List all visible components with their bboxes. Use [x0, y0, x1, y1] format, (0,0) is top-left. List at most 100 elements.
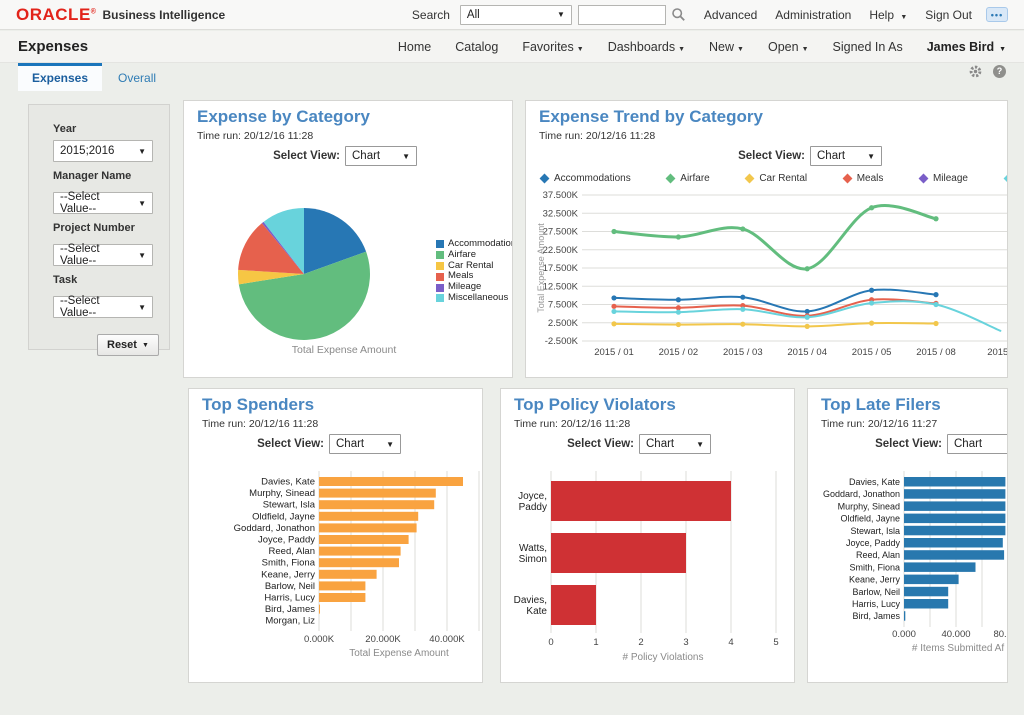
- select-view-dropdown[interactable]: Chart ▼: [810, 146, 882, 166]
- bar-smith-fiona[interactable]: [904, 562, 976, 572]
- bar-keane-jerry[interactable]: [904, 575, 959, 585]
- bar-joyce-paddy[interactable]: [904, 538, 1003, 548]
- legend-swatch: [436, 284, 444, 292]
- nav-item-open[interactable]: Open▼: [768, 40, 809, 54]
- data-point-airfare[interactable]: [869, 205, 874, 210]
- select-view-row: Select View: Chart ▼: [808, 434, 1008, 454]
- bar-joyce-paddy[interactable]: [551, 481, 731, 521]
- bar-stewart-isla[interactable]: [904, 526, 1005, 536]
- bar-barlow-neil[interactable]: [319, 581, 365, 590]
- data-point-car-rental[interactable]: [611, 321, 616, 326]
- signed-in-as-label: Signed In As: [833, 40, 903, 54]
- category-label: Joyce,Paddy: [518, 491, 547, 513]
- search-input[interactable]: [578, 5, 666, 25]
- reset-button[interactable]: Reset ▼: [97, 334, 159, 356]
- gear-icon[interactable]: [968, 64, 983, 79]
- category-label: Murphy, Sinead: [249, 488, 315, 499]
- data-point-car-rental[interactable]: [676, 322, 681, 327]
- nav-item-catalog[interactable]: Catalog: [455, 40, 498, 54]
- help-icon[interactable]: ?: [993, 65, 1006, 78]
- bar-barlow-neil[interactable]: [904, 587, 948, 597]
- top-late-filers-bar-chart[interactable]: Davies, KateGoddard, JonathonMurphy, Sin…: [808, 465, 1008, 660]
- bar-harris-lucy[interactable]: [319, 593, 365, 602]
- data-point-car-rental[interactable]: [933, 321, 938, 326]
- tab-overall[interactable]: Overall: [104, 63, 170, 91]
- overflow-menu-icon[interactable]: •••: [986, 7, 1008, 22]
- bar-davies-kate[interactable]: [551, 585, 596, 625]
- select-view-dropdown[interactable]: Chart ▼: [345, 146, 417, 166]
- bar-oldfield-jayne[interactable]: [319, 512, 418, 521]
- search-icon[interactable]: [671, 7, 686, 22]
- top-spenders-bar-chart[interactable]: Davies, KateMurphy, SineadStewart, IslaO…: [201, 465, 481, 660]
- nav-item-new[interactable]: New▼: [709, 40, 744, 54]
- x-axis-title: # Items Submitted Af: [912, 643, 1004, 654]
- category-label: Bird, James: [852, 611, 900, 621]
- data-point-miscellaneous[interactable]: [676, 310, 681, 315]
- data-point-miscellaneous[interactable]: [933, 302, 938, 307]
- select-view-dropdown[interactable]: Chart ▼: [639, 434, 711, 454]
- bar-reed-alan[interactable]: [319, 547, 401, 556]
- dashboard-header: Expenses HomeCatalogFavorites▼Dashboards…: [0, 31, 1024, 63]
- bar-stewart-isla[interactable]: [319, 500, 434, 509]
- filter-select-project-number[interactable]: --Select Value--▼: [53, 244, 153, 266]
- y-tick-label: 12.500K: [543, 281, 579, 292]
- top-policy-violators-bar-chart[interactable]: Joyce,PaddyWatts,SimonDavies,Kate012345#…: [513, 465, 788, 665]
- search-scope-select[interactable]: All ▼: [460, 5, 572, 25]
- select-view-dropdown[interactable]: Chart ▼: [947, 434, 1008, 454]
- bar-davies-kate[interactable]: [319, 477, 463, 486]
- bar-bird-james[interactable]: [319, 605, 320, 614]
- data-point-car-rental[interactable]: [869, 321, 874, 326]
- expense-trend-line-chart[interactable]: 37.500K32.500K27.500K22.500K17.500K12.50…: [534, 189, 1008, 367]
- bar-keane-jerry[interactable]: [319, 570, 377, 579]
- data-point-car-rental[interactable]: [805, 324, 810, 329]
- legend-marker: [919, 174, 929, 184]
- data-point-accommodations[interactable]: [740, 295, 745, 300]
- bar-davies-kate[interactable]: [904, 477, 1005, 487]
- data-point-miscellaneous[interactable]: [611, 309, 616, 314]
- data-point-accommodations[interactable]: [869, 288, 874, 293]
- data-point-airfare[interactable]: [611, 229, 616, 234]
- data-point-accommodations[interactable]: [611, 295, 616, 300]
- data-point-miscellaneous[interactable]: [869, 300, 874, 305]
- data-point-accommodations[interactable]: [933, 292, 938, 297]
- filter-select-task[interactable]: --Select Value--▼: [53, 296, 153, 318]
- bar-joyce-paddy[interactable]: [319, 535, 409, 544]
- bar-goddard-jonathon[interactable]: [319, 523, 417, 532]
- bar-bird-james[interactable]: [904, 611, 905, 621]
- bar-reed-alan[interactable]: [904, 550, 1004, 560]
- line-series-airfare[interactable]: [614, 206, 936, 269]
- bar-watts-simon[interactable]: [551, 533, 686, 573]
- nav-item-home[interactable]: Home: [398, 40, 431, 54]
- x-axis-title: Total Expense Amount: [349, 648, 449, 659]
- nav-item-favorites[interactable]: Favorites▼: [522, 40, 583, 54]
- nav-item-dashboards[interactable]: Dashboards▼: [608, 40, 685, 54]
- filter-select-year[interactable]: 2015;2016▼: [53, 140, 153, 162]
- panel-top-spenders: Top Spenders Time run: 20/12/16 11:28 Se…: [188, 388, 483, 683]
- data-point-airfare[interactable]: [740, 226, 745, 231]
- bar-smith-fiona[interactable]: [319, 558, 399, 567]
- help-menu[interactable]: Help ▼: [869, 8, 907, 22]
- bar-harris-lucy[interactable]: [904, 599, 948, 609]
- data-point-miscellaneous[interactable]: [805, 315, 810, 320]
- data-point-car-rental[interactable]: [740, 322, 745, 327]
- expense-by-category-pie[interactable]: [209, 196, 409, 346]
- data-point-meals[interactable]: [611, 304, 616, 309]
- bar-murphy-sinead[interactable]: [319, 489, 436, 498]
- data-point-accommodations[interactable]: [676, 297, 681, 302]
- bar-oldfield-jayne[interactable]: [904, 514, 1005, 524]
- select-view-label: Select View:: [738, 150, 805, 162]
- select-view-dropdown[interactable]: Chart ▼: [329, 434, 401, 454]
- data-point-airfare[interactable]: [676, 234, 681, 239]
- data-point-miscellaneous[interactable]: [740, 307, 745, 312]
- administration-link[interactable]: Administration: [775, 8, 851, 22]
- advanced-link[interactable]: Advanced: [704, 8, 757, 22]
- bar-murphy-sinead[interactable]: [904, 501, 1005, 511]
- signout-link[interactable]: Sign Out: [925, 8, 972, 22]
- filter-select-manager-name[interactable]: --Select Value--▼: [53, 192, 153, 214]
- bar-goddard-jonathon[interactable]: [904, 489, 1005, 499]
- line-series-car-rental[interactable]: [614, 323, 936, 326]
- data-point-airfare[interactable]: [933, 216, 938, 221]
- tab-expenses[interactable]: Expenses: [18, 63, 102, 91]
- user-menu[interactable]: James Bird ▼: [927, 40, 1006, 54]
- data-point-airfare[interactable]: [805, 266, 810, 271]
